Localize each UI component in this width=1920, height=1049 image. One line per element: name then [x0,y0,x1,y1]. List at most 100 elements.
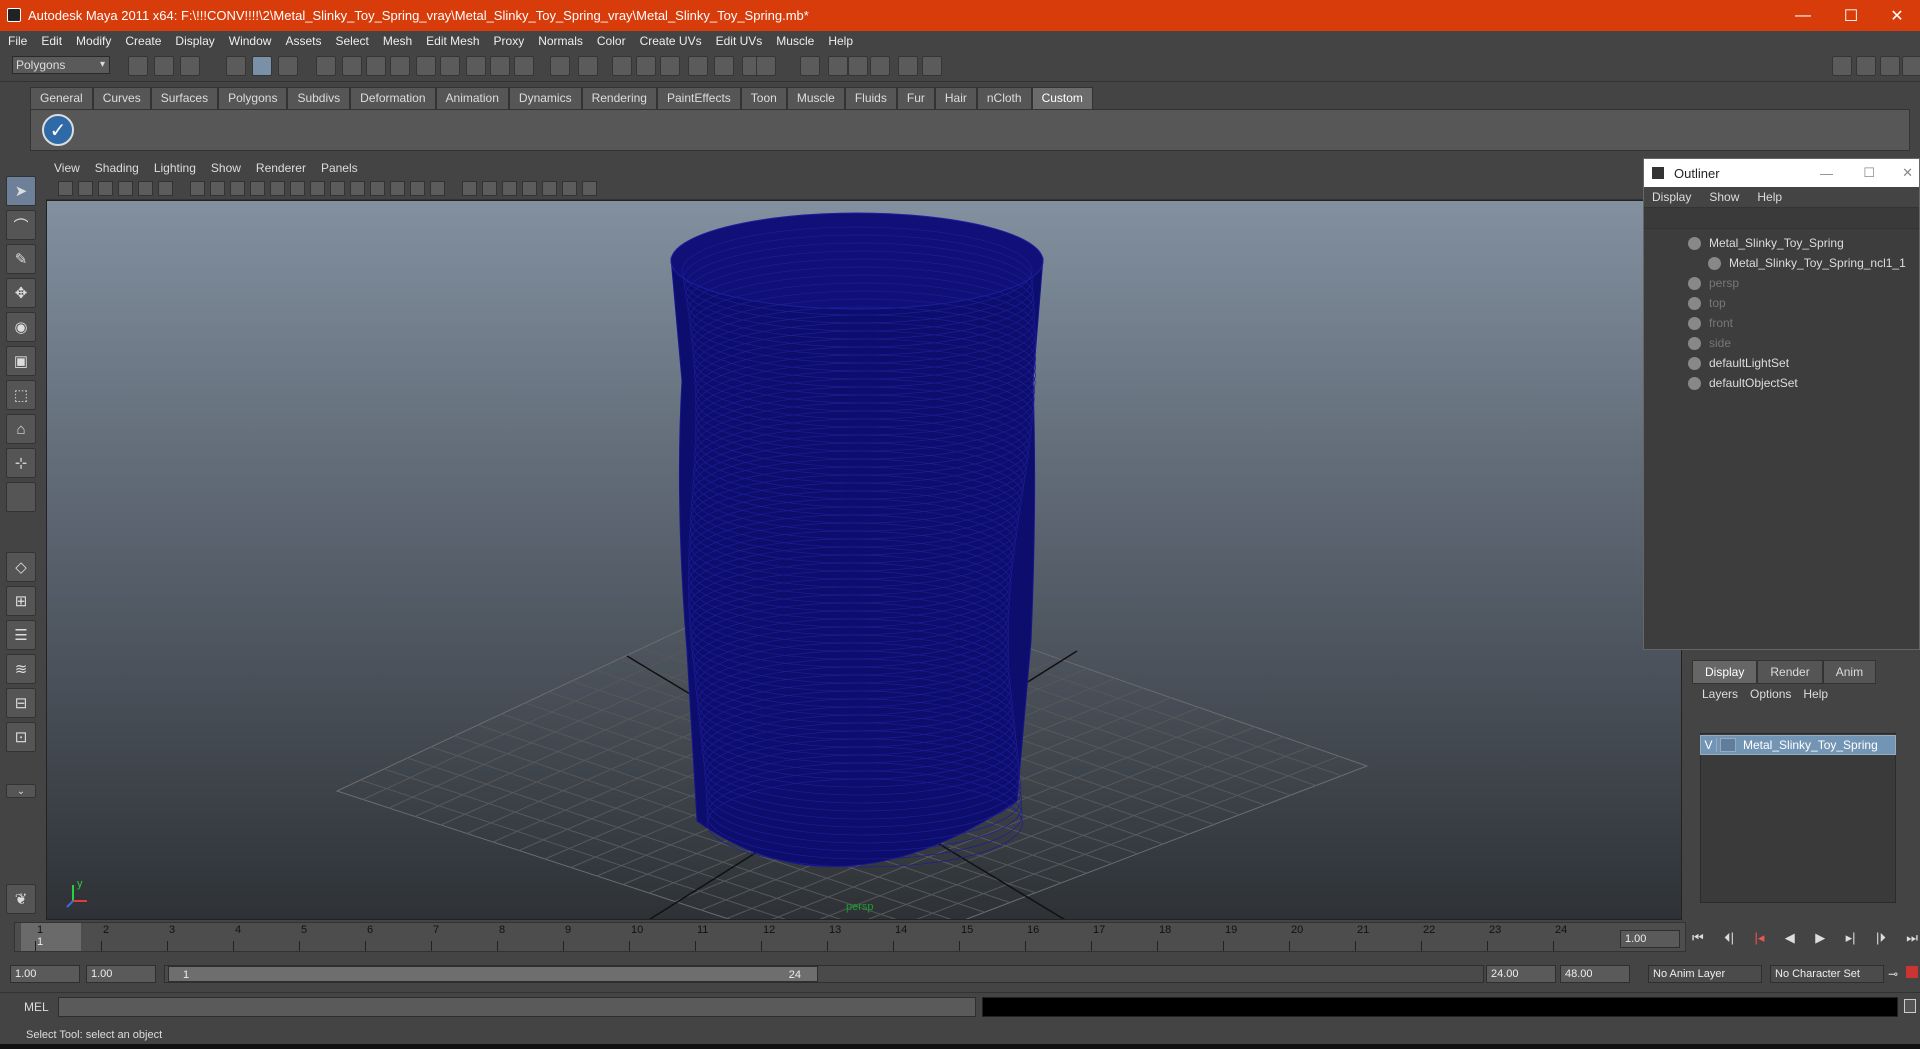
shelf-tab-general[interactable]: General [30,87,93,109]
menu-proxy[interactable]: Proxy [494,34,525,48]
shelf-tab-surfaces[interactable]: Surfaces [150,87,219,109]
layer-color-swatch[interactable] [1720,738,1736,752]
viewport-tool-icon[interactable] [462,181,477,196]
outliner-menu-display[interactable]: Display [1652,190,1691,204]
manipulator-tool-icon[interactable]: ⬚ [6,380,36,410]
step-forward-key-icon[interactable]: ▸| [1846,930,1856,950]
shelf-tab-dynamics[interactable]: Dynamics [508,87,582,109]
outliner-item[interactable]: Metal_Slinky_Toy_Spring_ncl1_1 [1644,253,1919,273]
menu-set-dropdown[interactable]: Polygons [12,56,110,74]
outliner-filter-field[interactable] [1644,207,1919,229]
status-tool-icon[interactable] [578,56,598,76]
layer-visibility-toggle[interactable]: V [1701,738,1717,752]
mel-label[interactable]: MEL [24,1000,49,1014]
viewport-menu-lighting[interactable]: Lighting [154,161,196,175]
graph-layout-icon[interactable]: ≋ [6,654,36,684]
viewport-tool-icon[interactable] [562,181,577,196]
status-tool-icon[interactable] [226,56,246,76]
menu-help[interactable]: Help [828,34,853,48]
menu-modify[interactable]: Modify [76,34,111,48]
menu-edit-mesh[interactable]: Edit Mesh [426,34,479,48]
hypershade-layout-icon[interactable]: ⊟ [6,688,36,718]
go-to-start-icon[interactable]: ⏮ [1692,930,1704,950]
layer-row[interactable]: V Metal_Slinky_Toy_Spring [1700,735,1896,755]
viewport-tool-icon[interactable] [78,181,93,196]
layer-tab-display[interactable]: Display [1692,660,1758,684]
viewport-tool-icon[interactable] [250,181,265,196]
viewport-tool-icon[interactable] [210,181,225,196]
menu-muscle[interactable]: Muscle [776,34,814,48]
outliner-close-button[interactable]: ✕ [1902,165,1913,181]
viewport-tool-icon[interactable] [158,181,173,196]
playback-start-field[interactable]: 1.00 [86,965,156,983]
viewport-tool-icon[interactable] [582,181,597,196]
viewport-tool-icon[interactable] [542,181,557,196]
viewport-tool-icon[interactable] [310,181,325,196]
viewport-tool-icon[interactable] [190,181,205,196]
menu-color[interactable]: Color [597,34,626,48]
shelf-tab-hair[interactable]: Hair [934,87,977,109]
menu-normals[interactable]: Normals [538,34,583,48]
go-to-end-icon[interactable]: ⏭ [1906,930,1918,950]
menu-mesh[interactable]: Mesh [383,34,412,48]
menu-create[interactable]: Create [125,34,161,48]
shelf-tab-deformation[interactable]: Deformation [350,87,436,109]
playback-end-field[interactable]: 24.00 [1486,965,1556,983]
outliner-item[interactable]: Metal_Slinky_Toy_Spring [1644,233,1919,253]
outliner-item[interactable]: top [1644,293,1919,313]
viewport-tool-icon[interactable] [118,181,133,196]
viewport-tool-icon[interactable] [410,181,425,196]
viewport-tool-icon[interactable] [482,181,497,196]
move-tool-icon[interactable]: ✥ [6,278,36,308]
layer-menu-layers[interactable]: Layers [1702,687,1738,701]
viewport-menu-view[interactable]: View [54,161,80,175]
status-tool-icon[interactable] [278,56,298,76]
shelf-tab-curves[interactable]: Curves [92,87,151,109]
check-icon[interactable]: ✓ [42,114,74,146]
shelf-tab-rendering[interactable]: Rendering [581,87,657,109]
outliner-item[interactable]: front [1644,313,1919,333]
more-layouts-icon[interactable]: ⌄ [6,784,36,798]
status-tool-icon[interactable] [154,56,174,76]
viewport-menu-show[interactable]: Show [211,161,241,175]
prefs-icon[interactable] [1906,966,1918,978]
status-tool-icon[interactable] [828,56,848,76]
outliner-menu-help[interactable]: Help [1757,190,1782,204]
layer-name[interactable]: Metal_Slinky_Toy_Spring [1743,738,1878,752]
maximize-button[interactable]: ☐ [1828,0,1874,31]
status-tool-icon[interactable] [316,56,336,76]
panel-toggle-icon[interactable] [1902,56,1920,76]
viewport-tool-icon[interactable] [390,181,405,196]
outliner-minimize-button[interactable]: — [1820,166,1833,181]
outliner-item[interactable]: persp [1644,273,1919,293]
viewport-tool-icon[interactable] [58,181,73,196]
paint-select-tool-icon[interactable]: ✎ [6,244,36,274]
shelf-tab-ncloth[interactable]: nCloth [976,87,1032,109]
status-tool-icon[interactable] [870,56,890,76]
menu-select[interactable]: Select [335,34,368,48]
status-tool-icon[interactable] [366,56,386,76]
outliner-maximize-button[interactable]: ☐ [1863,165,1875,181]
outliner-layout-icon[interactable]: ☰ [6,620,36,650]
shelf-tab-animation[interactable]: Animation [435,87,509,109]
viewport-tool-icon[interactable] [230,181,245,196]
last-tool-icon[interactable] [6,482,36,512]
panel-toggle-icon[interactable] [1856,56,1876,76]
anim-layer-dropdown[interactable]: No Anim Layer [1648,965,1762,983]
status-tool-icon[interactable] [688,56,708,76]
viewport-tool-icon[interactable] [290,181,305,196]
step-back-key-icon[interactable]: |◂ [1754,930,1764,950]
time-slider[interactable]: 1 1 2 3 4 5 6 7 8 9 10 11 12 13 14 15 16 17 18 19 20 21 22 23 24 [14,922,1686,952]
status-tool-icon[interactable] [440,56,460,76]
menu-display[interactable]: Display [175,34,214,48]
range-slider-handle[interactable]: 1 24 [168,966,818,982]
outliner-menu-show[interactable]: Show [1709,190,1739,204]
key-icon[interactable]: ⊸ [1888,967,1898,981]
shelf-tab-toon[interactable]: Toon [740,87,787,109]
end-time-field[interactable]: 48.00 [1560,965,1630,983]
status-tool-icon[interactable] [490,56,510,76]
outliner-item[interactable]: side [1644,333,1919,353]
current-time-field[interactable]: 1.00 [1620,930,1680,948]
status-tool-icon[interactable] [466,56,486,76]
viewport-tool-icon[interactable] [350,181,365,196]
